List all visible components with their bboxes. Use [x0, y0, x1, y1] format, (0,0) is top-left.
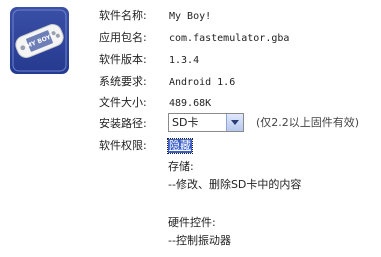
install-path-selected: SD卡 — [172, 116, 199, 129]
app-icon: MY BOY! — [10, 7, 69, 74]
requirement-label: 系统要求: — [99, 75, 147, 88]
version-value: 1.3.4 — [169, 55, 200, 66]
version-row: 软件版本: 1.3.4 — [99, 52, 199, 68]
permission-group-title: 硬件控件: — [168, 216, 216, 229]
app-name-row: 软件名称: My Boy! — [99, 8, 211, 24]
gba-console-icon: MY BOY! — [12, 9, 67, 72]
hide-permissions-link[interactable]: 隐藏 — [167, 138, 193, 154]
permissions-row: 软件权限: — [99, 138, 165, 154]
permission-item: --修改、删除SD卡中的内容 — [168, 178, 302, 191]
version-label: 软件版本: — [99, 53, 147, 66]
file-size-row: 文件大小: 489.68K — [99, 95, 211, 111]
package-name-row: 应用包名: com.fastemulator.gba — [99, 30, 289, 46]
permission-group-title: 存储: — [168, 160, 194, 173]
package-name-label: 应用包名: — [99, 31, 147, 44]
permission-item: --控制振动器 — [168, 234, 231, 247]
install-path-label: 安装路径: — [99, 117, 147, 130]
install-path-row: 安装路径: — [99, 116, 165, 132]
install-path-note: (仅2.2以上固件有效) — [256, 116, 360, 129]
permissions-label: 软件权限: — [99, 139, 147, 152]
requirement-row: 系统要求: Android 1.6 — [99, 74, 235, 90]
file-size-value: 489.68K — [169, 98, 212, 109]
chevron-down-icon[interactable] — [226, 114, 243, 131]
app-name-label: 软件名称: — [99, 9, 147, 22]
install-path-select[interactable]: SD卡 — [168, 113, 244, 132]
file-size-label: 文件大小: — [99, 96, 147, 109]
app-name-value: My Boy! — [169, 11, 212, 22]
package-name-value: com.fastemulator.gba — [169, 33, 290, 44]
requirement-value: Android 1.6 — [169, 77, 236, 88]
